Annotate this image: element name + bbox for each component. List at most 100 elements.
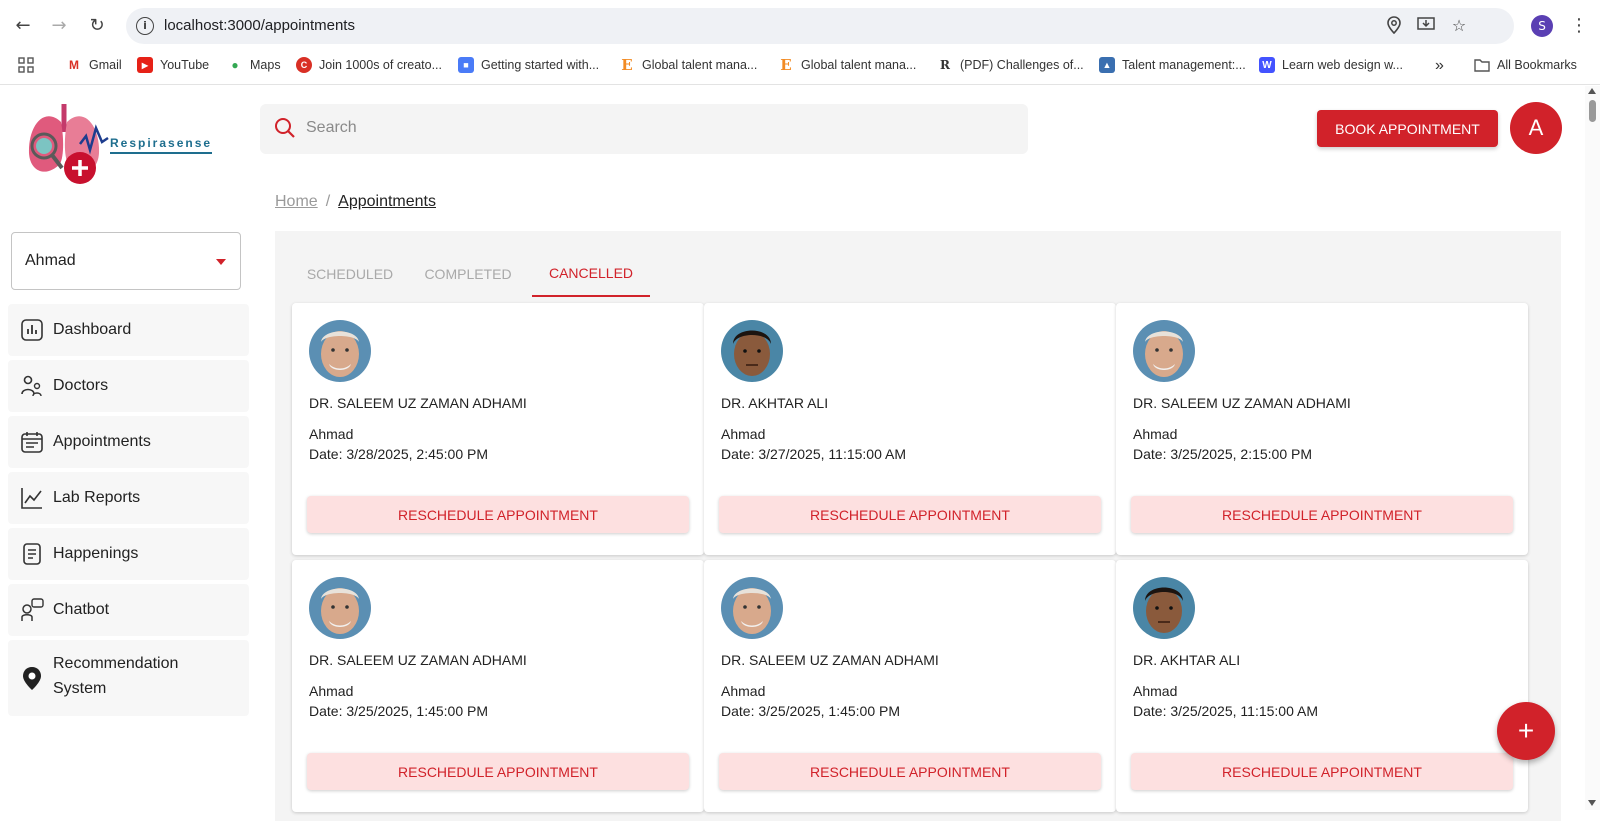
respirasense-logo[interactable]: Respirasense	[24, 98, 234, 190]
drive-icon: ■	[458, 57, 474, 73]
bookmark-maps[interactable]: ● Maps	[227, 57, 280, 73]
maps-icon: ●	[231, 58, 239, 72]
e-icon: E	[621, 56, 633, 74]
doctors-icon	[20, 374, 44, 398]
user-select-value: Ahmad	[25, 252, 76, 269]
tab-cancelled[interactable]: CANCELLED	[532, 251, 650, 297]
appointments-panel: SCHEDULED COMPLETED CANCELLED DR. SALEEM…	[275, 231, 1561, 821]
sidebar-item-happenings[interactable]: Happenings	[8, 528, 249, 580]
bookmark-creators[interactable]: C Join 1000s of creato...	[296, 57, 442, 73]
user-select-dropdown[interactable]: Ahmad	[11, 232, 241, 290]
sidebar-item-label: Happenings	[53, 545, 139, 562]
brand-name: Respirasense	[110, 136, 213, 154]
bookmark-getting-started[interactable]: ■ Getting started with...	[458, 57, 599, 73]
breadcrumb: Home / Appointments	[275, 193, 436, 211]
reschedule-appointment-button[interactable]: RESCHEDULE APPOINTMENT	[719, 496, 1101, 533]
sidebar-item-label: Appointments	[53, 433, 151, 450]
appointment-card: DR. SALEEM UZ ZAMAN ADHAMI Ahmad Date: 3…	[1116, 303, 1528, 555]
tab-completed[interactable]: COMPLETED	[409, 251, 527, 297]
appointment-card: DR. SALEEM UZ ZAMAN ADHAMI Ahmad Date: 3…	[292, 560, 704, 812]
bookmark-global-talent-1[interactable]: E Global talent mana...	[619, 56, 757, 74]
bookmark-label: Global talent mana...	[801, 58, 917, 72]
reschedule-appointment-button[interactable]: RESCHEDULE APPOINTMENT	[1131, 753, 1513, 790]
address-bar[interactable]: i localhost:3000/appointments ☆	[126, 8, 1514, 44]
sidebar-item-label-line1: Recommendation	[53, 655, 179, 672]
patient-name: Ahmad	[721, 683, 766, 699]
sidebar-item-appointments[interactable]: Appointments	[8, 416, 249, 468]
reschedule-appointment-button[interactable]: RESCHEDULE APPOINTMENT	[719, 753, 1101, 790]
doctor-photo	[309, 320, 371, 382]
doctor-photo	[721, 577, 783, 639]
bookmark-label: (PDF) Challenges of...	[960, 58, 1084, 72]
doctor-name: DR. AKHTAR ALI	[1133, 652, 1241, 668]
doctor-photo	[721, 320, 783, 382]
doctor-name: DR. SALEEM UZ ZAMAN ADHAMI	[721, 652, 939, 668]
sidebar-item-doctors[interactable]: Doctors	[8, 360, 249, 412]
all-bookmarks-label: All Bookmarks	[1497, 58, 1577, 72]
sidebar-item-chatbot[interactable]: Chatbot	[8, 584, 249, 636]
location-pin-icon	[20, 666, 44, 690]
book-appointment-button[interactable]: BOOK APPOINTMENT	[1317, 110, 1498, 147]
install-app-icon[interactable]	[1416, 16, 1436, 36]
patient-name: Ahmad	[309, 426, 354, 442]
address-url[interactable]: localhost:3000/appointments	[164, 17, 355, 34]
bookmark-youtube[interactable]: ▶ YouTube	[137, 57, 209, 73]
bookmark-label: Getting started with...	[481, 58, 600, 72]
doctor-photo	[1133, 577, 1195, 639]
reschedule-appointment-button[interactable]: RESCHEDULE APPOINTMENT	[1131, 496, 1513, 533]
browser-nav-row: ← → ↻ i localhost:3000/appointments ☆ S …	[0, 0, 1600, 52]
appointment-card: DR. SALEEM UZ ZAMAN ADHAMI Ahmad Date: 3…	[704, 560, 1116, 812]
chart-icon	[20, 486, 44, 510]
doctor-name: DR. AKHTAR ALI	[721, 395, 829, 411]
all-bookmarks[interactable]: All Bookmarks	[1474, 57, 1577, 73]
user-avatar[interactable]: A	[1510, 102, 1562, 154]
bookmark-talent-management[interactable]: ▲ Talent management:...	[1099, 57, 1246, 73]
bookmark-label: Gmail	[89, 58, 122, 72]
bookmark-learn-web-design[interactable]: W Learn web design w...	[1259, 57, 1403, 73]
scroll-up-icon[interactable]	[1588, 88, 1596, 94]
apps-grid-icon[interactable]	[18, 57, 34, 73]
sidebar-item-label: Lab Reports	[53, 489, 141, 506]
bookmark-star-icon[interactable]: ☆	[1449, 16, 1469, 36]
page-scrollbar[interactable]	[1585, 86, 1600, 810]
bookmarks-overflow-icon[interactable]: »	[1435, 57, 1444, 75]
scrollbar-thumb[interactable]	[1589, 100, 1596, 122]
doctor-name: DR. SALEEM UZ ZAMAN ADHAMI	[309, 652, 527, 668]
calendar-icon	[20, 430, 44, 454]
appointment-date: Date: 3/25/2025, 11:15:00 AM	[1133, 703, 1318, 719]
bookmark-global-talent-2[interactable]: E Global talent mana...	[778, 56, 917, 74]
youtube-icon: ▶	[137, 57, 153, 73]
profile-avatar[interactable]: S	[1531, 15, 1553, 37]
appointment-date: Date: 3/25/2025, 1:45:00 PM	[721, 703, 901, 719]
back-arrow-icon[interactable]: ←	[10, 12, 36, 38]
bookmark-gmail[interactable]: M Gmail	[66, 57, 122, 73]
breadcrumb-home-link[interactable]: Home	[275, 193, 318, 210]
search-input[interactable]: Search	[306, 119, 357, 137]
webflow-icon: W	[1259, 57, 1275, 73]
appointment-card: DR. SALEEM UZ ZAMAN ADHAMI Ahmad Date: 3…	[292, 303, 704, 555]
forward-arrow-icon[interactable]: →	[46, 12, 72, 38]
breadcrumb-current[interactable]: Appointments	[338, 193, 436, 210]
site-info-icon[interactable]: i	[136, 17, 154, 35]
sidebar-item-label: Dashboard	[53, 321, 132, 338]
sidebar-item-lab-reports[interactable]: Lab Reports	[8, 472, 249, 524]
tab-scheduled[interactable]: SCHEDULED	[291, 251, 409, 297]
sidebar-item-dashboard[interactable]: Dashboard	[8, 304, 249, 356]
add-fab-button[interactable]: +	[1497, 702, 1555, 760]
doctor-photo	[309, 577, 371, 639]
browser-menu-icon[interactable]: ⋮	[1570, 14, 1588, 38]
sidebar-item-recommendation-system[interactable]: Recommendation System	[8, 640, 249, 716]
bookmark-pdf-challenges[interactable]: R (PDF) Challenges of...	[937, 57, 1084, 73]
e-icon: E	[780, 56, 792, 74]
scroll-down-icon[interactable]	[1588, 800, 1596, 806]
search-icon	[274, 117, 296, 143]
sidebar-item-label: Chatbot	[53, 601, 110, 618]
location-icon[interactable]	[1384, 16, 1404, 36]
lungs-logo-icon	[28, 104, 109, 184]
reschedule-appointment-button[interactable]: RESCHEDULE APPOINTMENT	[307, 496, 689, 533]
reschedule-appointment-button[interactable]: RESCHEDULE APPOINTMENT	[307, 753, 689, 790]
doctor-name: DR. SALEEM UZ ZAMAN ADHAMI	[309, 395, 527, 411]
search-bar[interactable]: Search	[260, 104, 1028, 154]
reload-icon[interactable]: ↻	[84, 12, 110, 38]
gmail-icon: M	[69, 58, 79, 72]
